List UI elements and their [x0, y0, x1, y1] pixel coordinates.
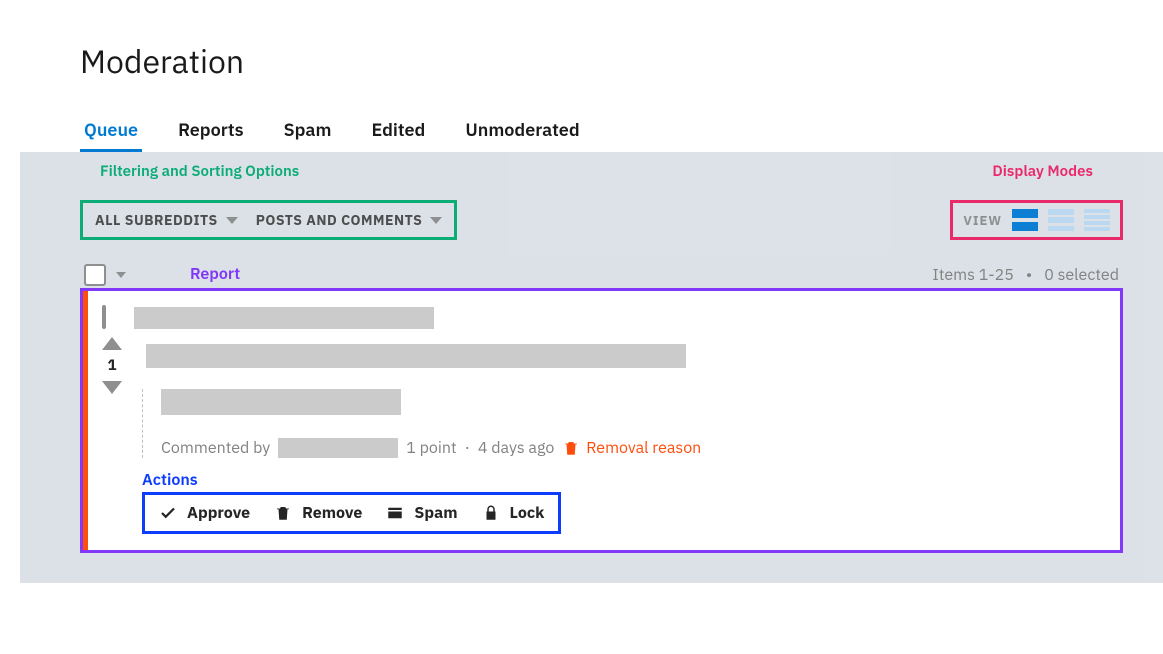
redacted-comment: [161, 389, 401, 415]
tab-unmoderated[interactable]: Unmoderated: [461, 110, 583, 152]
vote-score: 1: [107, 356, 116, 375]
downvote-icon[interactable]: [102, 381, 122, 394]
select-all-checkbox[interactable]: [84, 264, 106, 286]
redacted-subtitle: [146, 344, 686, 368]
report-annotation-box: 1 Commented by 1 point: [80, 288, 1123, 553]
tab-edited[interactable]: Edited: [367, 110, 429, 152]
remove-label: Remove: [302, 503, 362, 523]
upvote-icon[interactable]: [102, 337, 122, 350]
spam-label: Spam: [414, 503, 457, 523]
remove-button[interactable]: Remove: [274, 503, 362, 523]
tab-spam[interactable]: Spam: [280, 110, 336, 152]
select-all-caret-icon[interactable]: [116, 272, 126, 278]
page-title: Moderation: [80, 40, 1143, 82]
removal-reason-link[interactable]: Removal reason: [562, 438, 701, 458]
caret-down-icon: [226, 217, 238, 224]
filter-box: ALL SUBREDDITS POSTS AND COMMENTS: [80, 200, 457, 240]
item-checkbox[interactable]: [102, 305, 106, 329]
view-mode-card-icon[interactable]: [1012, 209, 1038, 231]
approve-label: Approve: [187, 503, 250, 523]
toolbar-row: ALL SUBREDDITS POSTS AND COMMENTS VIEW: [80, 200, 1123, 240]
annotation-actions-label: Actions: [142, 470, 1104, 490]
tab-queue[interactable]: Queue: [80, 110, 142, 152]
lock-button[interactable]: Lock: [482, 503, 545, 523]
redacted-title: [134, 307, 434, 329]
display-modes-box: VIEW: [950, 200, 1123, 240]
filter-content-type-label: POSTS AND COMMENTS: [256, 211, 423, 229]
trash-icon: [274, 504, 292, 522]
meta-separator: ·: [465, 438, 470, 458]
spam-icon: [386, 504, 404, 522]
removal-reason-label: Removal reason: [586, 438, 701, 458]
actions-box: Approve Remove Spam Lock: [142, 492, 561, 534]
view-mode-list-icon[interactable]: [1084, 209, 1110, 231]
commented-by-label: Commented by: [161, 438, 270, 458]
meta-row: Commented by 1 point · 4 days ago Remova…: [161, 438, 1104, 458]
approve-button[interactable]: Approve: [159, 503, 250, 523]
content-area: Filtering and Sorting Options Display Mo…: [20, 152, 1163, 583]
view-label: VIEW: [963, 212, 1002, 229]
redacted-author: [278, 438, 398, 458]
lock-label: Lock: [510, 503, 545, 523]
filter-subreddits-dropdown[interactable]: ALL SUBREDDITS: [95, 211, 238, 229]
report-item: 1 Commented by 1 point: [83, 291, 1120, 550]
trash-icon: [562, 439, 580, 457]
filter-content-type-dropdown[interactable]: POSTS AND COMMENTS: [256, 211, 443, 229]
age-label: 4 days ago: [478, 438, 554, 458]
view-mode-compact-icon[interactable]: [1048, 209, 1074, 231]
annotation-display-label: Display Modes: [992, 162, 1093, 181]
tabs: Queue Reports Spam Edited Unmoderated: [80, 110, 1143, 152]
lock-icon: [482, 504, 500, 522]
caret-down-icon: [430, 217, 442, 224]
filter-subreddits-label: ALL SUBREDDITS: [95, 211, 218, 229]
annotation-report-label: Report: [190, 264, 1123, 284]
tab-reports[interactable]: Reports: [174, 110, 248, 152]
check-icon: [159, 504, 177, 522]
points-label: 1 point: [406, 438, 456, 458]
annotation-filter-label: Filtering and Sorting Options: [100, 162, 299, 181]
spam-button[interactable]: Spam: [386, 503, 457, 523]
